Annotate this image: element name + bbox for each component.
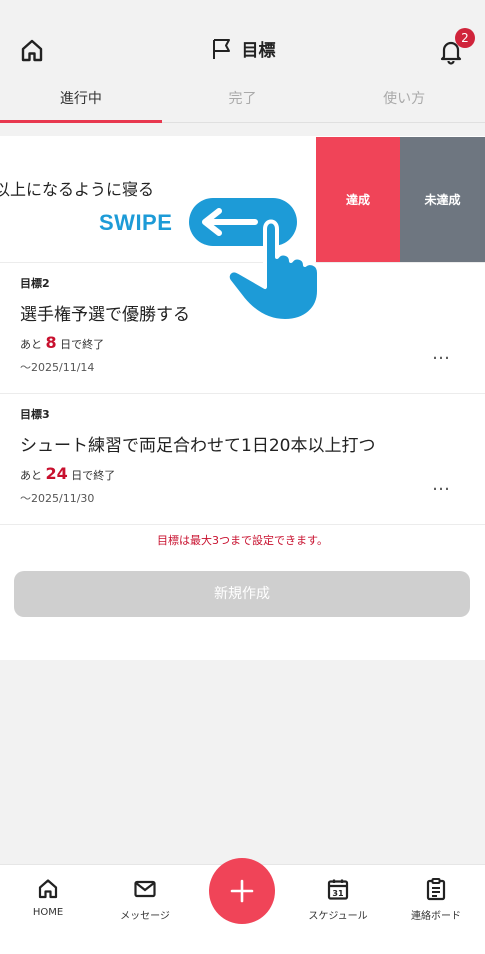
notification-badge: 2 xyxy=(455,28,475,48)
remaining-prefix: あと xyxy=(20,338,42,351)
nav-board[interactable]: 連絡ボード xyxy=(391,877,481,922)
goal-end-date: 〜2025/11/30 xyxy=(20,492,95,505)
remaining-suffix: 日で終了 xyxy=(60,338,105,351)
more-options-icon[interactable]: … xyxy=(432,343,452,364)
calendar-icon: 31 xyxy=(327,879,349,900)
calendar-day-number: 31 xyxy=(332,889,344,898)
nav-home[interactable]: HOME xyxy=(3,877,93,918)
page-title: 目標 xyxy=(0,36,485,65)
home-icon xyxy=(38,879,58,899)
page-title-text: 目標 xyxy=(241,41,276,61)
tab-completed[interactable]: 完了 xyxy=(162,82,324,122)
goal-limit-note: 目標は最大3つまで設定できます。 xyxy=(157,534,328,547)
nav-board-label: 連絡ボード xyxy=(411,911,461,922)
remaining-prefix: あと xyxy=(20,469,42,482)
goal-title: シュート練習で両足合わせて1日20本以上打つ xyxy=(20,436,376,456)
not-achieved-button[interactable]: 未達成 xyxy=(400,137,485,262)
goal-end-date: 〜2025/11/14 xyxy=(20,361,95,374)
status-tabs: 進行中 完了 使い方 xyxy=(0,82,485,123)
goal-label: 目標2 xyxy=(20,277,50,290)
nav-messages-label: メッセージ xyxy=(120,911,170,922)
achieved-button[interactable]: 達成 xyxy=(316,137,400,262)
mail-icon xyxy=(134,880,156,898)
remaining-days: 24 xyxy=(45,464,68,483)
swipe-hand-icon xyxy=(189,198,321,323)
more-options-icon[interactable]: … xyxy=(432,474,452,495)
goal-remaining: あと 8 日で終了 xyxy=(20,333,104,352)
goal-label: 目標3 xyxy=(20,408,50,421)
goal-row[interactable]: 目標3 シュート練習で両足合わせて1日20本以上打つ あと 24 日で終了 〜2… xyxy=(0,394,485,525)
remaining-days: 8 xyxy=(45,333,57,352)
clipboard-icon xyxy=(426,878,446,901)
add-button[interactable] xyxy=(209,858,275,924)
tab-in-progress[interactable]: 進行中 xyxy=(0,82,162,123)
nav-schedule-label: スケジュール xyxy=(308,911,368,922)
app-header: 目標 2 進行中 完了 使い方 xyxy=(0,0,485,136)
nav-schedule[interactable]: 31 スケジュール xyxy=(293,877,383,922)
remaining-suffix: 日で終了 xyxy=(71,469,116,482)
swipe-hint-overlay: SWIPE xyxy=(95,195,325,325)
flag-icon xyxy=(212,38,230,59)
goal-remaining: あと 24 日で終了 xyxy=(20,464,115,483)
create-goal-button[interactable]: 新規作成 xyxy=(14,571,470,617)
tab-how-to[interactable]: 使い方 xyxy=(323,82,485,122)
plus-icon xyxy=(230,879,254,903)
nav-home-label: HOME xyxy=(32,907,64,918)
nav-messages[interactable]: メッセージ xyxy=(100,877,190,922)
